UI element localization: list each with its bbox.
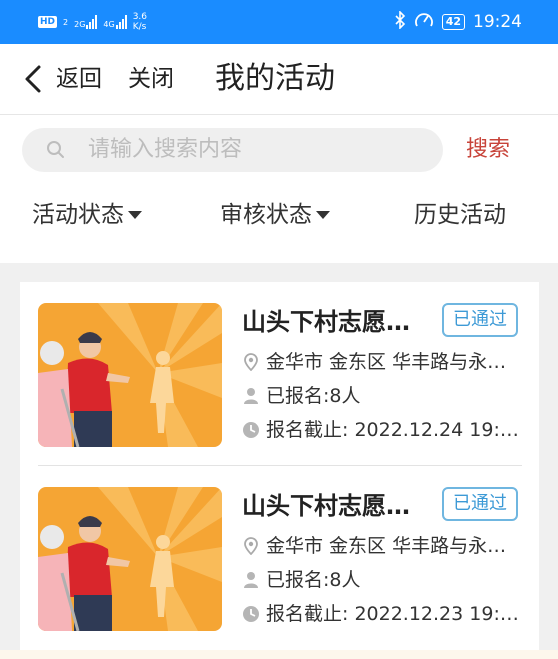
search-section: 请输入搜索内容 搜索 活动状态 审核状态 历史活动 [0,115,558,263]
dropdown-arrow-icon [316,211,330,219]
activity-list: 山头下村志愿者活动 已通过 金华市 金东区 华丰路与永康街交叉口 已报名:8人 … [20,282,539,659]
net1-label: 2G [74,20,86,29]
status-bar: HD 2 2G 4G 3.6 K/s 42 19:24 [0,0,558,44]
back-button[interactable]: 返回 [56,64,102,94]
search-placeholder: 请输入搜索内容 [88,137,243,162]
status-badge: 已通过 [442,303,518,337]
status-left: HD 2 2G 4G 3.6 K/s [38,11,147,33]
clock-icon [242,421,260,439]
activity-signup-count: 已报名:8人 [242,383,522,409]
activity-thumbnail [38,487,222,631]
activity-deadline: 报名截止: 2022.12.24 19:00 [242,417,522,443]
activity-signup-count: 已报名:8人 [242,567,522,593]
search-button[interactable]: 搜索 [466,132,510,168]
activity-item[interactable]: 山头下村志愿者活动 已通过 金华市 金东区 华丰路与永康街交叉口 已报名:8人 … [38,303,524,447]
search-input[interactable]: 请输入搜索内容 [22,128,443,172]
status-badge: 已通过 [442,487,518,521]
location-text: 金华市 金东区 华丰路与永康街交叉口 [266,535,522,557]
person-icon [242,571,260,589]
location-pin-icon [242,537,260,555]
signup-text: 已报名:8人 [266,385,361,407]
speed-unit: K/s [132,22,147,32]
filter-review-status-label: 审核状态 [220,202,312,228]
signal-4g-icon: 4G [103,15,127,29]
clock-icon [242,605,260,623]
back-chevron-icon[interactable] [22,64,52,94]
filter-activity-status[interactable]: 活动状态 [32,195,142,235]
bluetooth-icon [394,9,406,34]
filter-review-status[interactable]: 审核状态 [220,195,330,235]
activity-item[interactable]: 山头下村志愿者活动 已通过 金华市 金东区 华丰路与永康街交叉口 已报名:8人 … [38,487,524,631]
location-pin-icon [242,353,260,371]
deadline-text: 报名截止: 2022.12.23 19:00 [266,603,522,625]
list-divider [38,465,522,466]
search-icon [46,140,66,164]
activity-location: 金华市 金东区 华丰路与永康街交叉口 [242,349,522,375]
filter-activity-status-label: 活动状态 [32,202,124,228]
nav-header: 返回 关闭 我的活动 [0,44,558,115]
activity-title: 山头下村志愿者活动 [242,308,432,336]
page-title: 我的活动 [215,61,335,96]
filter-history-label: 历史活动 [414,202,506,228]
filter-history[interactable]: 历史活动 [414,195,506,235]
net-speed: 3.6 K/s [133,12,147,32]
activity-thumbnail [38,303,222,447]
speedometer-icon [414,11,434,34]
person-icon [242,387,260,405]
signal-2g-icon: 2G [74,15,98,29]
deadline-text: 报名截止: 2022.12.24 19:00 [266,419,522,441]
clock-time: 19:24 [473,12,522,32]
activity-location: 金华市 金东区 华丰路与永康街交叉口 [242,533,522,559]
close-button[interactable]: 关闭 [128,64,174,94]
activity-deadline: 报名截止: 2022.12.23 19:00 [242,601,522,627]
signup-text: 已报名:8人 [266,569,361,591]
hd-sub: 2 [63,17,69,27]
hd-badge: HD [38,16,58,28]
location-text: 金华市 金东区 华丰路与永康街交叉口 [266,351,522,373]
activity-title: 山头下村志愿者活动 [242,492,432,520]
battery-icon: 42 [441,14,465,30]
net2-label: 4G [103,20,115,29]
speed-value: 3.6 [132,12,148,22]
bottom-strip [0,650,558,659]
dropdown-arrow-icon [128,211,142,219]
status-right: 42 19:24 [394,9,522,34]
